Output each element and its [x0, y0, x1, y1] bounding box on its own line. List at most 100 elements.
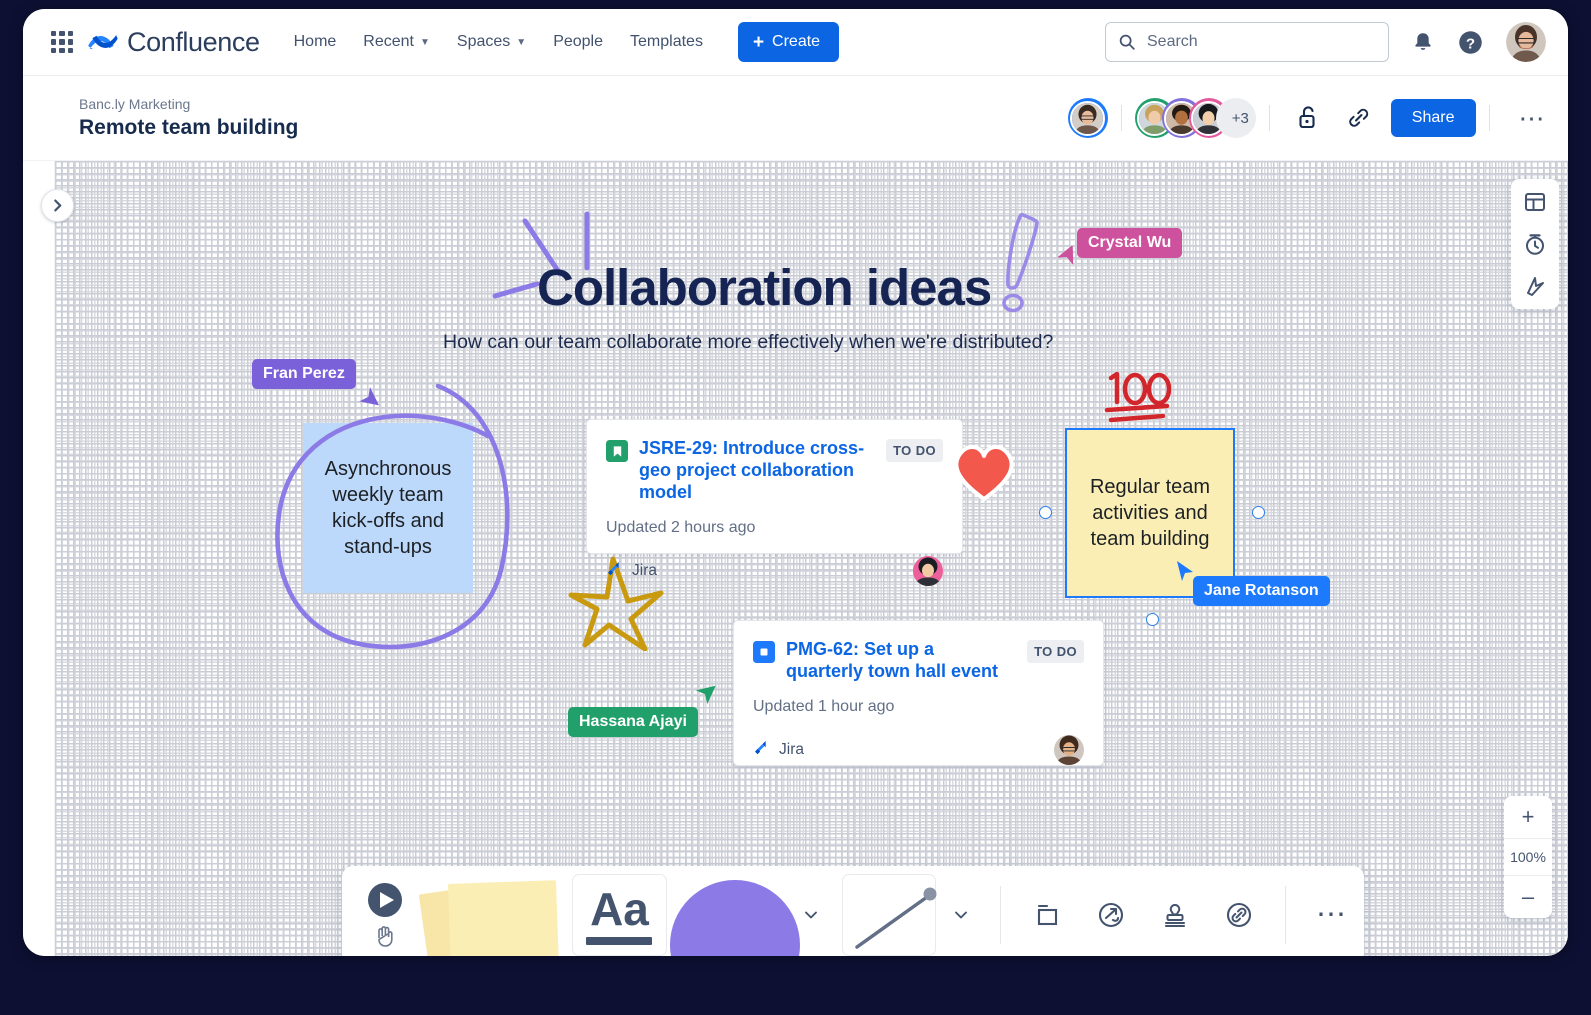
jira-card-assignee-avatar[interactable] — [1054, 734, 1084, 765]
nav-item-label: Spaces — [456, 33, 511, 50]
jira-card-updated: Updated 1 hour ago — [753, 697, 895, 715]
grid-line — [286, 161, 287, 956]
jira-card-title[interactable]: PMG-62: Set up a quarterly town hall eve… — [786, 639, 1016, 683]
search-placeholder: Search — [1147, 33, 1198, 50]
jira-card-assignee-avatar[interactable] — [913, 555, 943, 586]
breadcrumb: Banc.ly Marketing Remote team building — [79, 96, 298, 140]
notifications-icon[interactable] — [1411, 30, 1435, 54]
nav-item-home[interactable]: Home — [294, 33, 337, 51]
jira-card-header: JSRE-29: Introduce cross-geo project col… — [606, 438, 943, 504]
plus-icon: + — [752, 31, 765, 53]
current-user-avatar[interactable] — [1506, 22, 1546, 62]
page-header: Banc.ly Marketing Remote team building +… — [23, 76, 1568, 161]
sticky-note-tool[interactable] — [410, 866, 566, 956]
expand-sidebar-button[interactable] — [41, 189, 74, 222]
unlock-icon[interactable] — [1296, 105, 1320, 131]
shape-options-chevron-icon[interactable] — [802, 906, 820, 924]
jira-card-jsre-29[interactable]: JSRE-29: Introduce cross-geo project col… — [586, 419, 963, 586]
templates-panel-icon[interactable] — [1523, 190, 1547, 214]
board-title[interactable]: Collaboration ideas — [537, 258, 992, 317]
search-input[interactable]: Search — [1105, 22, 1389, 62]
select-tool-icon[interactable] — [367, 882, 403, 918]
right-tool-panel — [1511, 179, 1559, 309]
global-navigation-bar: Confluence Home Recent ▼ Spaces ▼ People… — [23, 9, 1568, 76]
reaction-hundred-points[interactable] — [1097, 366, 1175, 433]
resize-handle-left[interactable] — [1039, 506, 1052, 519]
text-tool[interactable]: Aa — [571, 874, 668, 956]
whiteboard-canvas[interactable]: Collaboration ideas How can our team col… — [55, 161, 1568, 956]
more-actions-icon[interactable]: ⋯ — [1519, 105, 1547, 131]
search-icon — [1119, 34, 1135, 50]
stamp-tool-icon[interactable] — [1159, 899, 1191, 931]
hand-tool-icon[interactable] — [372, 922, 398, 948]
jira-card-updated: Updated 2 hours ago — [606, 518, 756, 536]
app-switcher-icon[interactable] — [51, 31, 73, 53]
resize-handle-bottom[interactable] — [1146, 613, 1159, 626]
resize-handle-right[interactable] — [1252, 506, 1265, 519]
smart-links-icon[interactable] — [1523, 274, 1547, 298]
zoom-out-button[interactable]: – — [1504, 876, 1552, 918]
line-tool[interactable] — [842, 874, 937, 956]
cursor-name-label: Crystal Wu — [1077, 228, 1183, 258]
jira-story-icon — [606, 440, 628, 462]
link-tool-icon[interactable] — [1223, 899, 1255, 931]
cursor-pointer-icon — [695, 685, 716, 704]
cursor-pointer-icon — [359, 387, 380, 406]
divider — [1120, 105, 1122, 131]
confluence-logo-icon — [88, 34, 118, 50]
jira-card-footer: Jira — [606, 555, 943, 586]
product-name: Confluence — [127, 26, 260, 57]
sticky-note-async[interactable]: Asynchronous weekly team kick-offs and s… — [303, 423, 473, 593]
nav-item-templates[interactable]: Templates — [630, 33, 703, 51]
presence-avatar-active[interactable] — [1067, 98, 1108, 138]
nav-item-people[interactable]: People — [553, 33, 603, 51]
confluence-logo[interactable]: Confluence — [88, 27, 260, 58]
nav-item-label: Templates — [630, 33, 703, 50]
jira-card-source: Jira — [779, 740, 804, 758]
chevron-right-icon — [54, 199, 62, 212]
zoom-in-button[interactable]: + — [1504, 796, 1552, 838]
sticky-note-text: Asynchronous weekly team kick-offs and s… — [324, 458, 452, 558]
jira-card-title[interactable]: JSRE-29: Introduce cross-geo project col… — [639, 438, 879, 504]
line-options-chevron-icon[interactable] — [952, 906, 970, 924]
page-title: Remote team building — [79, 116, 299, 139]
whiteboard-toolbar: Aa ⋯ — [342, 866, 1364, 956]
timer-tool-icon[interactable] — [1095, 899, 1127, 931]
jira-card-source: Jira — [632, 561, 657, 579]
more-tools-icon[interactable]: ⋯ — [1316, 900, 1348, 930]
jira-card-pmg-62[interactable]: PMG-62: Set up a quarterly town hall eve… — [733, 620, 1104, 766]
jira-product-icon — [608, 562, 619, 576]
exclamation-doodle — [1002, 212, 1039, 313]
collaborator-avatar-stack: +3 — [1134, 98, 1256, 138]
jira-product-icon — [755, 741, 766, 755]
nav-item-label: People — [553, 33, 604, 50]
frame-tool-icon[interactable] — [1031, 899, 1063, 931]
sticky-note-text: Regular team activities and team buildin… — [1089, 476, 1211, 550]
grid-line — [56, 161, 57, 956]
copy-link-icon[interactable] — [1346, 105, 1372, 131]
zoom-control: + 100% – — [1504, 796, 1552, 918]
create-button[interactable]: + Create — [737, 22, 840, 62]
extra-collaborators-count[interactable]: +3 — [1215, 98, 1256, 138]
cursor-name-label: Jane Rotanson — [1193, 576, 1330, 606]
breadcrumb-space-link[interactable]: Banc.ly Marketing — [79, 96, 298, 112]
svg-text:?: ? — [1466, 35, 1475, 52]
board-subtitle[interactable]: How can our team collaborate more effect… — [443, 331, 1053, 354]
sticky-note-team-activities[interactable]: Regular team activities and team buildin… — [1065, 428, 1235, 598]
divider — [1268, 105, 1270, 131]
toolbar-divider — [1000, 886, 1002, 944]
jira-task-icon — [753, 641, 775, 663]
chevron-down-icon: ▼ — [420, 36, 430, 48]
nav-item-spaces[interactable]: Spaces ▼ — [457, 33, 526, 51]
cursor-name-label: Hassana Ajayi — [568, 707, 698, 737]
timer-icon[interactable] — [1523, 232, 1547, 256]
select-pan-tool-group[interactable] — [360, 882, 410, 948]
jira-card-footer: Jira — [753, 734, 1084, 765]
reaction-heart[interactable] — [950, 441, 1018, 508]
help-icon[interactable]: ? — [1457, 29, 1484, 56]
share-button[interactable]: Share — [1390, 99, 1476, 137]
jira-card-status: TO DO — [886, 439, 943, 462]
zoom-level-label[interactable]: 100% — [1504, 838, 1552, 876]
shape-tool[interactable] — [667, 866, 802, 956]
nav-item-recent[interactable]: Recent ▼ — [363, 33, 430, 51]
